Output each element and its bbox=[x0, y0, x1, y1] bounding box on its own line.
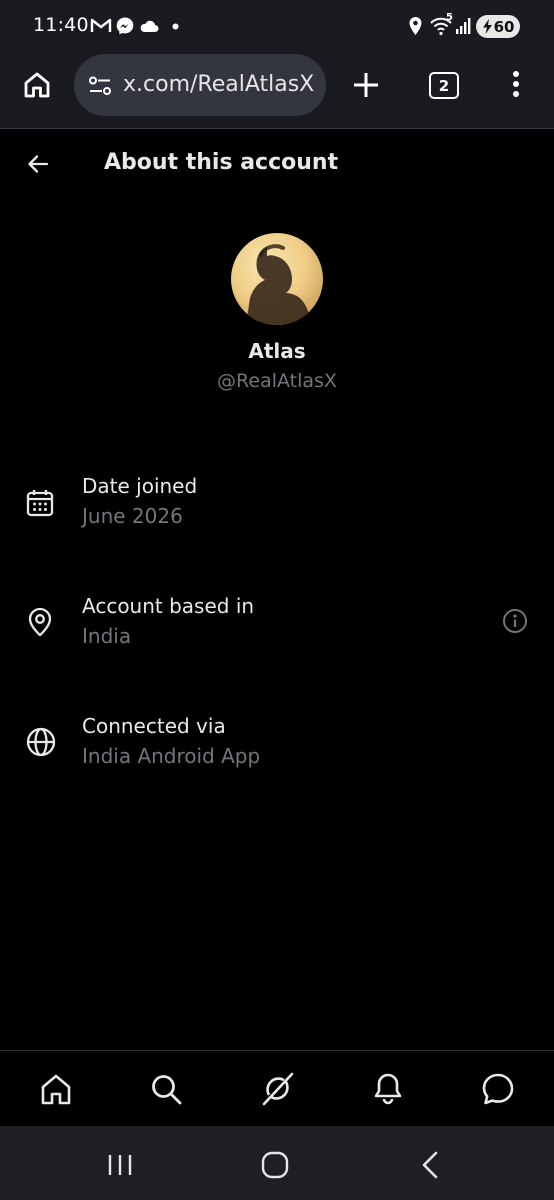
grok-icon[interactable] bbox=[259, 1071, 295, 1107]
account-based-in-value: India bbox=[82, 624, 132, 648]
info-circle-icon[interactable] bbox=[502, 608, 528, 634]
search-icon[interactable] bbox=[148, 1071, 184, 1107]
connected-via-label: Connected via bbox=[82, 714, 226, 738]
page-title: About this account bbox=[104, 150, 339, 175]
browser-home-icon[interactable] bbox=[22, 70, 52, 100]
notifications-bell-icon[interactable] bbox=[370, 1071, 406, 1107]
battery-level: 60 bbox=[493, 17, 515, 36]
bottom-navigation bbox=[0, 1050, 554, 1127]
system-home-icon[interactable] bbox=[261, 1151, 289, 1179]
tab-switcher-button[interactable]: 2 bbox=[429, 72, 459, 99]
info-row-connected-via: Connected via India Android App bbox=[0, 714, 554, 794]
messenger-notification-icon bbox=[115, 16, 135, 36]
url-text[interactable]: x.com/RealAtlasX bbox=[123, 72, 314, 97]
info-row-date-joined: Date joined June 2026 bbox=[0, 474, 554, 554]
account-based-in-label: Account based in bbox=[82, 594, 255, 618]
calendar-icon bbox=[25, 488, 55, 518]
system-back-icon[interactable] bbox=[420, 1151, 440, 1179]
browser-menu-kebab-icon[interactable] bbox=[512, 70, 520, 98]
site-settings-icon[interactable] bbox=[88, 75, 112, 97]
status-bar: 11:40 5 60 bbox=[0, 0, 554, 52]
date-joined-label: Date joined bbox=[82, 474, 198, 498]
display-name: Atlas bbox=[248, 339, 306, 363]
date-joined-value: June 2026 bbox=[82, 504, 183, 528]
messages-icon[interactable] bbox=[480, 1071, 516, 1107]
gmail-notification-icon bbox=[90, 17, 112, 34]
location-status-icon bbox=[408, 16, 423, 36]
connected-via-value: India Android App bbox=[82, 744, 261, 768]
status-time: 11:40 bbox=[33, 14, 89, 36]
account-handle: @RealAtlasX bbox=[217, 370, 337, 392]
back-arrow-icon[interactable] bbox=[26, 152, 50, 176]
battery-indicator: 60 bbox=[476, 15, 520, 38]
new-tab-plus-icon[interactable] bbox=[352, 71, 380, 99]
cell-signal-icon bbox=[455, 17, 472, 35]
browser-toolbar: x.com/RealAtlasX 2 bbox=[0, 52, 554, 129]
location-pin-icon bbox=[25, 606, 55, 638]
profile-avatar[interactable] bbox=[231, 233, 323, 325]
cloud-icon bbox=[139, 19, 159, 33]
system-navigation-bar bbox=[0, 1126, 554, 1200]
info-row-account-based-in: Account based in India bbox=[0, 594, 554, 674]
home-icon[interactable] bbox=[38, 1071, 74, 1107]
address-bar[interactable]: x.com/RealAtlasX bbox=[74, 54, 326, 116]
network-type-label: 5 bbox=[446, 12, 453, 23]
globe-icon bbox=[25, 726, 57, 758]
charging-bolt-icon bbox=[482, 19, 492, 34]
notification-dot-icon bbox=[172, 23, 179, 30]
recent-apps-icon[interactable] bbox=[107, 1153, 133, 1177]
